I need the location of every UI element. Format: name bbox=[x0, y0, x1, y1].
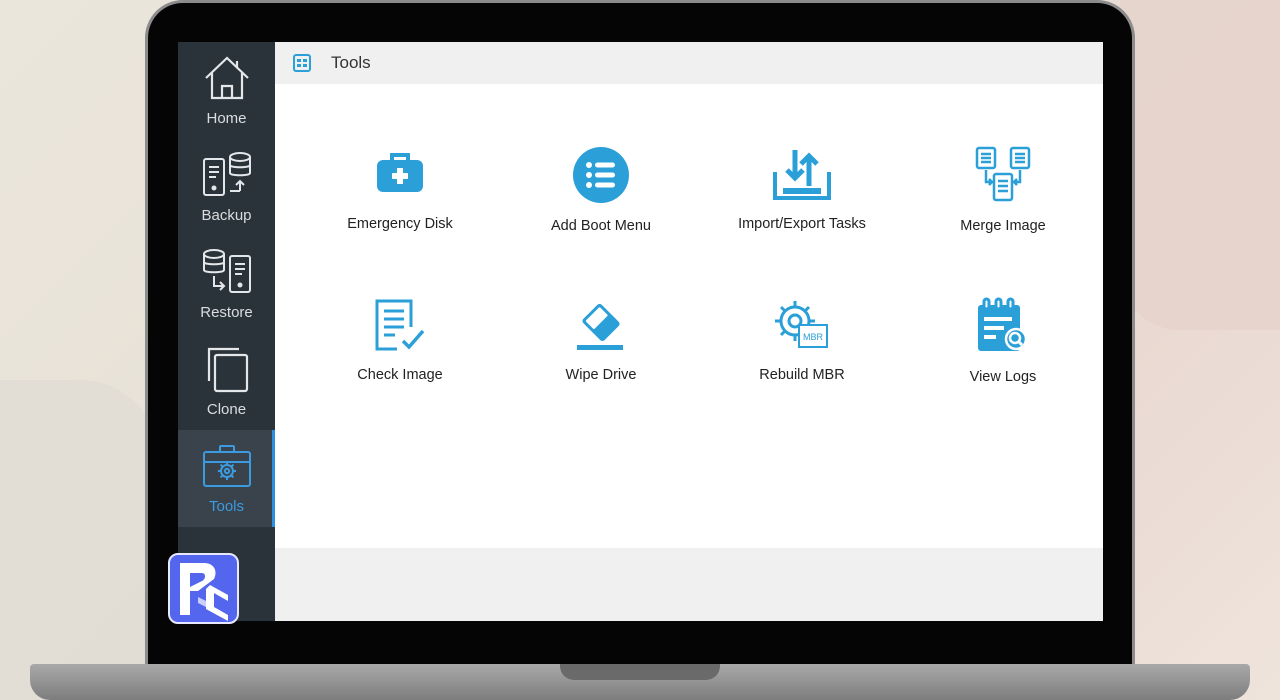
brand-logo bbox=[168, 553, 239, 624]
merge-documents-icon bbox=[975, 146, 1031, 202]
grid-icon bbox=[293, 54, 311, 72]
sidebar-item-label: Backup bbox=[201, 207, 252, 224]
tool-label: Check Image bbox=[357, 367, 443, 383]
tool-emergency-disk[interactable]: Emergency Disk bbox=[300, 146, 500, 266]
tool-label: Rebuild MBR bbox=[759, 367, 845, 383]
page-title: Tools bbox=[331, 53, 371, 72]
tool-add-boot-menu[interactable]: Add Boot Menu bbox=[501, 146, 701, 266]
sidebar-item-label: Restore bbox=[200, 304, 253, 321]
sidebar-item-tools[interactable]: Tools bbox=[178, 430, 275, 527]
sidebar-item-restore[interactable]: Restore bbox=[178, 236, 275, 333]
list-menu-icon bbox=[573, 147, 629, 203]
sidebar-item-clone[interactable]: Clone bbox=[178, 333, 275, 430]
sidebar: Home Backup Restore Clone Tools bbox=[178, 42, 275, 621]
sidebar-item-label: Home bbox=[206, 110, 247, 127]
tool-label: Merge Image bbox=[960, 218, 1046, 234]
mbr-badge-text: MBR bbox=[803, 332, 824, 342]
background-shape bbox=[1120, 0, 1280, 330]
title-bar: Tools bbox=[275, 42, 1103, 84]
footer-area bbox=[275, 548, 1103, 621]
log-search-icon bbox=[978, 297, 1028, 351]
tool-import-export-tasks[interactable]: Import/Export Tasks bbox=[702, 146, 902, 266]
tool-label: Emergency Disk bbox=[347, 216, 453, 232]
eraser-icon bbox=[577, 303, 623, 350]
app-window: Home Backup Restore Clone Tools Tools Em… bbox=[178, 42, 1103, 621]
home-icon bbox=[204, 56, 249, 100]
sidebar-item-home[interactable]: Home bbox=[178, 42, 275, 139]
tool-view-logs[interactable]: View Logs bbox=[903, 297, 1103, 417]
tool-label: Import/Export Tasks bbox=[738, 216, 866, 232]
tool-rebuild-mbr[interactable]: MBR Rebuild MBR bbox=[702, 297, 902, 417]
tool-wipe-drive[interactable]: Wipe Drive bbox=[501, 297, 701, 417]
tools-grid: Emergency Disk Add Boot Menu Import/Expo… bbox=[275, 84, 1103, 548]
first-aid-kit-icon bbox=[377, 153, 423, 192]
brand-logo-icon bbox=[180, 563, 228, 621]
clone-icon bbox=[207, 347, 248, 393]
sidebar-item-backup[interactable]: Backup bbox=[178, 139, 275, 236]
tool-label: Wipe Drive bbox=[565, 367, 637, 383]
gear-mbr-icon: MBR bbox=[775, 301, 828, 348]
import-export-icon bbox=[773, 150, 831, 200]
laptop-notch bbox=[560, 664, 720, 680]
tool-label: Add Boot Menu bbox=[551, 218, 651, 234]
tools-icon bbox=[202, 445, 251, 487]
check-document-icon bbox=[375, 299, 425, 351]
background-shape bbox=[0, 380, 160, 700]
tool-check-image[interactable]: Check Image bbox=[300, 297, 500, 417]
backup-icon bbox=[202, 152, 251, 196]
sidebar-item-label: Tools bbox=[208, 498, 245, 515]
restore-icon bbox=[202, 249, 251, 293]
tool-merge-image[interactable]: Merge Image bbox=[903, 146, 1103, 266]
tool-label: View Logs bbox=[969, 369, 1037, 385]
sidebar-item-label: Clone bbox=[206, 401, 247, 418]
